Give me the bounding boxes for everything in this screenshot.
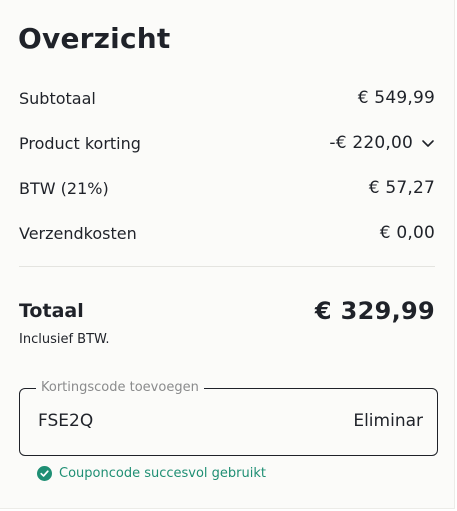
coupon-field[interactable]: Kortingscode toevoegen FSE2Q Eliminar	[19, 380, 438, 456]
coupon-field-label: Kortingscode toevoegen	[36, 380, 204, 396]
subtotal-row: Subtotaal € 549,99	[19, 85, 435, 111]
summary-divider	[19, 266, 435, 267]
total-label: Totaal	[19, 300, 84, 322]
order-overview-panel: Overzicht Subtotaal € 549,99 Product kor…	[0, 0, 455, 509]
check-circle-icon	[37, 466, 52, 481]
vat-included-note: Inclusief BTW.	[19, 332, 110, 347]
product-discount-toggle[interactable]: -€ 220,00	[329, 133, 435, 153]
vat-row: BTW (21%) € 57,27	[19, 175, 435, 201]
vat-label: BTW (21%)	[19, 178, 109, 198]
shipping-row: Verzendkosten € 0,00	[19, 220, 435, 246]
remove-coupon-button[interactable]: Eliminar	[351, 409, 425, 433]
subtotal-label: Subtotaal	[19, 88, 96, 108]
subtotal-value: € 549,99	[357, 88, 435, 108]
total-row: Totaal € 329,99	[19, 294, 435, 328]
coupon-success-text: Couponcode succesvol gebruikt	[59, 466, 266, 481]
chevron-down-icon[interactable]	[421, 136, 435, 150]
product-discount-row[interactable]: Product korting -€ 220,00	[19, 130, 435, 156]
shipping-label: Verzendkosten	[19, 223, 137, 243]
coupon-success-message: Couponcode succesvol gebruikt	[37, 466, 266, 481]
product-discount-value: -€ 220,00	[329, 133, 413, 153]
page-title: Overzicht	[18, 22, 171, 55]
shipping-value: € 0,00	[379, 223, 435, 243]
coupon-code-value[interactable]: FSE2Q	[38, 411, 93, 431]
product-discount-label: Product korting	[19, 133, 141, 153]
total-value: € 329,99	[314, 297, 435, 325]
vat-value: € 57,27	[368, 178, 435, 198]
